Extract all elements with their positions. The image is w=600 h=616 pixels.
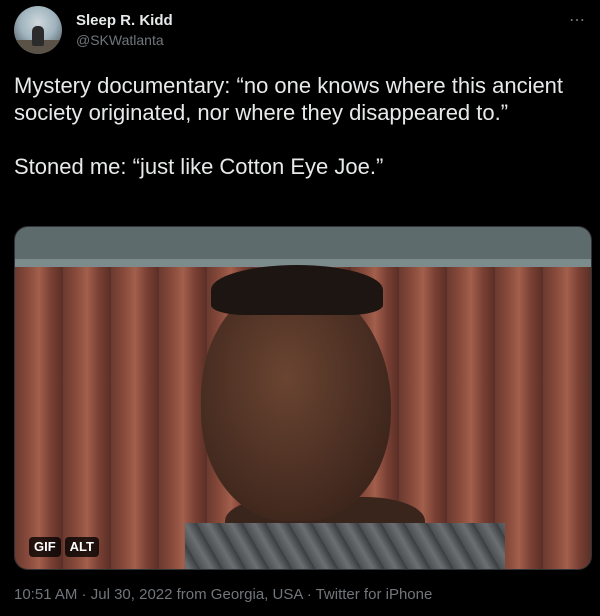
author-name[interactable]: Sleep R. Kidd (76, 12, 173, 29)
tweet-source[interactable]: Twitter for iPhone (316, 586, 433, 603)
tweet-media-gif[interactable]: GIF ALT (14, 226, 592, 570)
gif-scene-background (15, 227, 591, 259)
more-horizontal-icon[interactable]: ⋯ (569, 10, 586, 30)
media-badges: GIF ALT (29, 537, 99, 557)
gif-person-hair (211, 265, 383, 315)
tweet-date[interactable]: Jul 30, 2022 (91, 586, 173, 603)
avatar-figure (32, 26, 44, 46)
tweet-metadata: 10:51 AM · Jul 30, 2022 from Georgia, US… (14, 586, 432, 603)
tweet-location: from Georgia, USA (172, 586, 303, 603)
meta-separator: · (77, 586, 91, 603)
gif-person-shirt (185, 523, 505, 569)
tweet-text: Mystery documentary: “no one knows where… (14, 72, 592, 180)
avatar[interactable] (14, 6, 62, 54)
author-handle[interactable]: @SKWatlanta (76, 32, 164, 48)
tweet-text-line2: Stoned me: “just like Cotton Eye Joe.” (14, 154, 384, 179)
meta-separator: · (302, 586, 316, 603)
tweet-time[interactable]: 10:51 AM (14, 586, 77, 603)
tweet-header: Sleep R. Kidd @SKWatlanta ⋯ (14, 6, 586, 58)
tweet-text-line1: Mystery documentary: “no one knows where… (14, 73, 564, 125)
alt-badge[interactable]: ALT (64, 537, 99, 557)
gif-badge: GIF (29, 537, 61, 557)
